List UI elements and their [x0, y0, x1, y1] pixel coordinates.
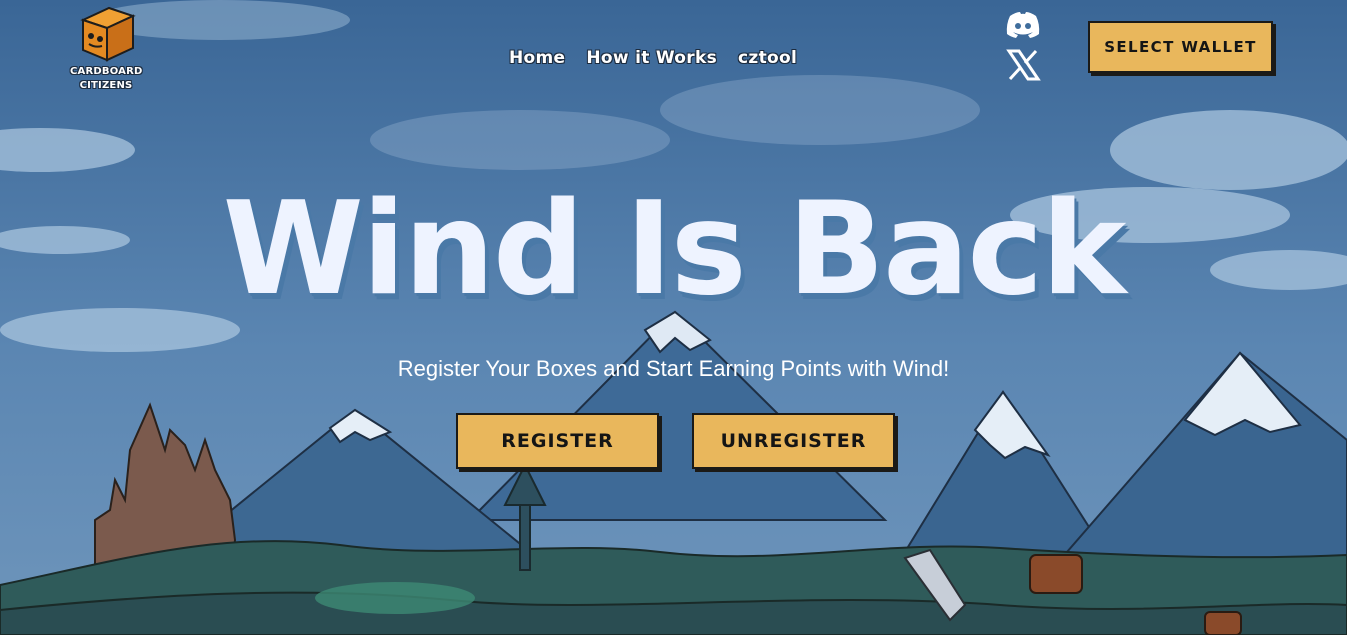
cardboard-box-icon: [80, 6, 136, 62]
hero-title: Wind Is Back: [222, 175, 1127, 324]
nav-how-it-works[interactable]: How it Works: [586, 48, 717, 68]
brand-logo[interactable]: CARDBOARD CITIZENS: [70, 2, 142, 94]
select-wallet-button[interactable]: SELECT WALLET: [1088, 21, 1273, 73]
nav-home[interactable]: Home: [509, 48, 565, 68]
hills: [0, 540, 1347, 635]
social-links: [1004, 8, 1042, 87]
unregister-button[interactable]: UNREGISTER: [692, 413, 895, 469]
discord-icon[interactable]: [1004, 8, 1042, 44]
hero-subtitle: Register Your Boxes and Start Earning Po…: [397, 356, 950, 381]
register-button[interactable]: REGISTER: [456, 413, 659, 469]
main-nav: Home How it Works cztool: [509, 48, 797, 68]
nav-cztool[interactable]: cztool: [738, 48, 797, 68]
x-twitter-icon[interactable]: [1004, 47, 1042, 87]
brand-name-line2: CITIZENS: [79, 80, 133, 91]
